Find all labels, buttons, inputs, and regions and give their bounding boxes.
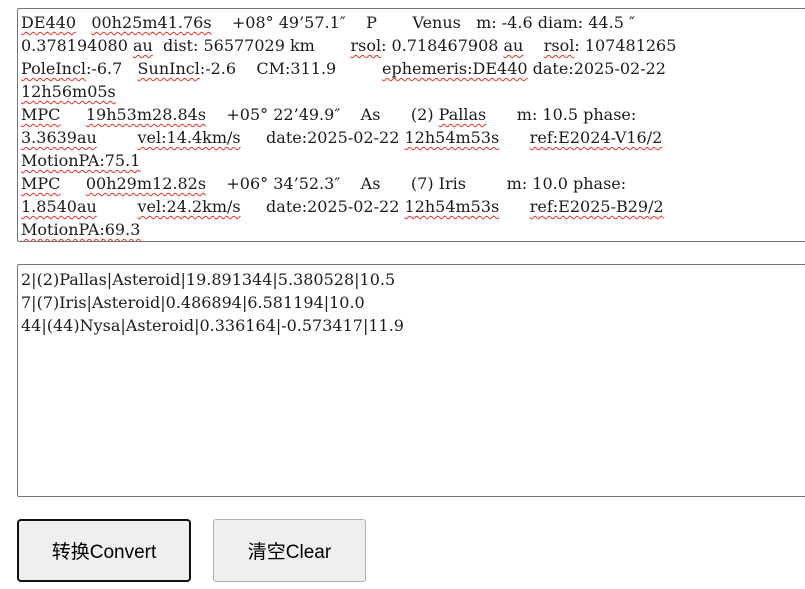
spellcheck-flagged-text: 1.8540au <box>21 197 97 216</box>
output-line: 2|(2)Pallas|Asteroid|19.891344|5.380528|… <box>21 270 396 289</box>
input-line: MPC 00h29m12.82s +06° 34’52.3″ As (7) Ir… <box>21 172 805 195</box>
spellcheck-flagged-text: rsol <box>350 36 382 55</box>
spellcheck-flagged-text: rsol <box>543 36 575 55</box>
convert-button[interactable]: 转换Convert <box>17 519 191 582</box>
spellcheck-flagged-text: au <box>503 36 524 55</box>
input-text: :-6.7 <box>86 59 138 78</box>
spellcheck-flagged-text: 19h53m28.84s <box>85 105 207 124</box>
spellcheck-flagged-text: Pallas <box>438 105 487 124</box>
input-line: 12h56m05s <box>21 80 805 103</box>
input-text: m: 10.5 phase: <box>486 105 637 124</box>
spellcheck-flagged-text: ref:E2024-V16/2 <box>529 128 663 147</box>
input-line: 1.8540au vel:24.2km/s date:2025-02-22 12… <box>21 195 805 218</box>
input-line: MotionPA:75.1 <box>21 149 805 172</box>
page: DE440 00h25m41.76s +08° 49’57.1″ P Venus… <box>0 0 805 589</box>
spellcheck-flagged-text: ref:E2025-B29/2 <box>529 197 664 216</box>
input-line: 3.3639au vel:14.4km/s date:2025-02-22 12… <box>21 126 805 149</box>
input-text: date:2025-02-22 <box>240 197 405 216</box>
spellcheck-flagged-text: SunIncl <box>137 59 200 78</box>
input-text <box>499 197 530 216</box>
spellcheck-flagged-text: MotionPA:69.3 <box>21 220 141 239</box>
spellcheck-flagged-text: vel:14.4km/s <box>137 128 241 147</box>
spellcheck-flagged-text: vel:24.2km/s <box>137 197 241 216</box>
input-text <box>97 128 138 147</box>
spellcheck-flagged-text: MPC <box>21 105 61 124</box>
input-text: :-2.6 CM:311.9 <box>199 59 383 78</box>
spellcheck-flagged-text: 3.3639au <box>21 128 97 147</box>
spellcheck-flagged-text: 12h54m53s <box>404 128 500 147</box>
spellcheck-flagged-text: MotionPA:75.1 <box>21 151 141 170</box>
input-text: +06° 34’52.3″ As (7) Iris m: 10.0 phase: <box>206 174 627 193</box>
input-text: +08° 49’57.1″ P Venus m: -4.6 diam: 44.5… <box>211 13 635 32</box>
input-text: : 0.718467908 <box>381 36 504 55</box>
output-line: 7|(7)Iris|Asteroid|0.486894|6.581194|10.… <box>21 293 365 312</box>
input-line: MotionPA:69.3 <box>21 218 805 241</box>
spellcheck-flagged-text: MPC <box>21 174 61 193</box>
spellcheck-flagged-text: ephemeris:DE440 <box>382 59 528 78</box>
input-text <box>60 105 85 124</box>
spellcheck-flagged-text: DE440 <box>21 13 77 32</box>
input-line: MPC 19h53m28.84s +05° 22’49.9″ As (2) Pa… <box>21 103 805 126</box>
input-text: +05° 22’49.9″ As (2) <box>206 105 439 124</box>
spellcheck-flagged-text: 00h25m41.76s <box>91 13 212 32</box>
input-line: DE440 00h25m41.76s +08° 49’57.1″ P Venus… <box>21 11 805 34</box>
input-text <box>60 174 85 193</box>
spellcheck-flagged-text: 12h54m53s <box>404 197 500 216</box>
input-line: 0.378194080 au dist: 56577029 km rsol: 0… <box>21 34 805 57</box>
input-text <box>523 36 543 55</box>
ephemeris-input-textarea[interactable]: DE440 00h25m41.76s +08° 49’57.1″ P Venus… <box>17 8 805 242</box>
output-line: 44|(44)Nysa|Asteroid|0.336164|-0.573417|… <box>21 316 404 335</box>
input-text <box>76 13 91 32</box>
input-text <box>499 128 530 147</box>
input-line: PoleIncl:-6.7 SunIncl:-2.6 CM:311.9 ephe… <box>21 57 805 80</box>
converted-output-textarea[interactable]: 2|(2)Pallas|Asteroid|19.891344|5.380528|… <box>17 264 805 497</box>
spellcheck-flagged-text: au <box>132 36 153 55</box>
input-text: 0.378194080 <box>21 36 133 55</box>
input-text: date:2025-02-22 <box>240 128 405 147</box>
spellcheck-flagged-text: 00h29m12.82s <box>85 174 207 193</box>
spellcheck-flagged-text: PoleIncl <box>21 59 87 78</box>
input-text <box>97 197 138 216</box>
input-text: date:2025-02-22 <box>527 59 666 78</box>
clear-button[interactable]: 清空Clear <box>213 519 366 582</box>
input-text: : 107481265 <box>574 36 677 55</box>
input-text: dist: 56577029 km <box>152 36 351 55</box>
spellcheck-flagged-text: 12h56m05s <box>21 82 116 101</box>
